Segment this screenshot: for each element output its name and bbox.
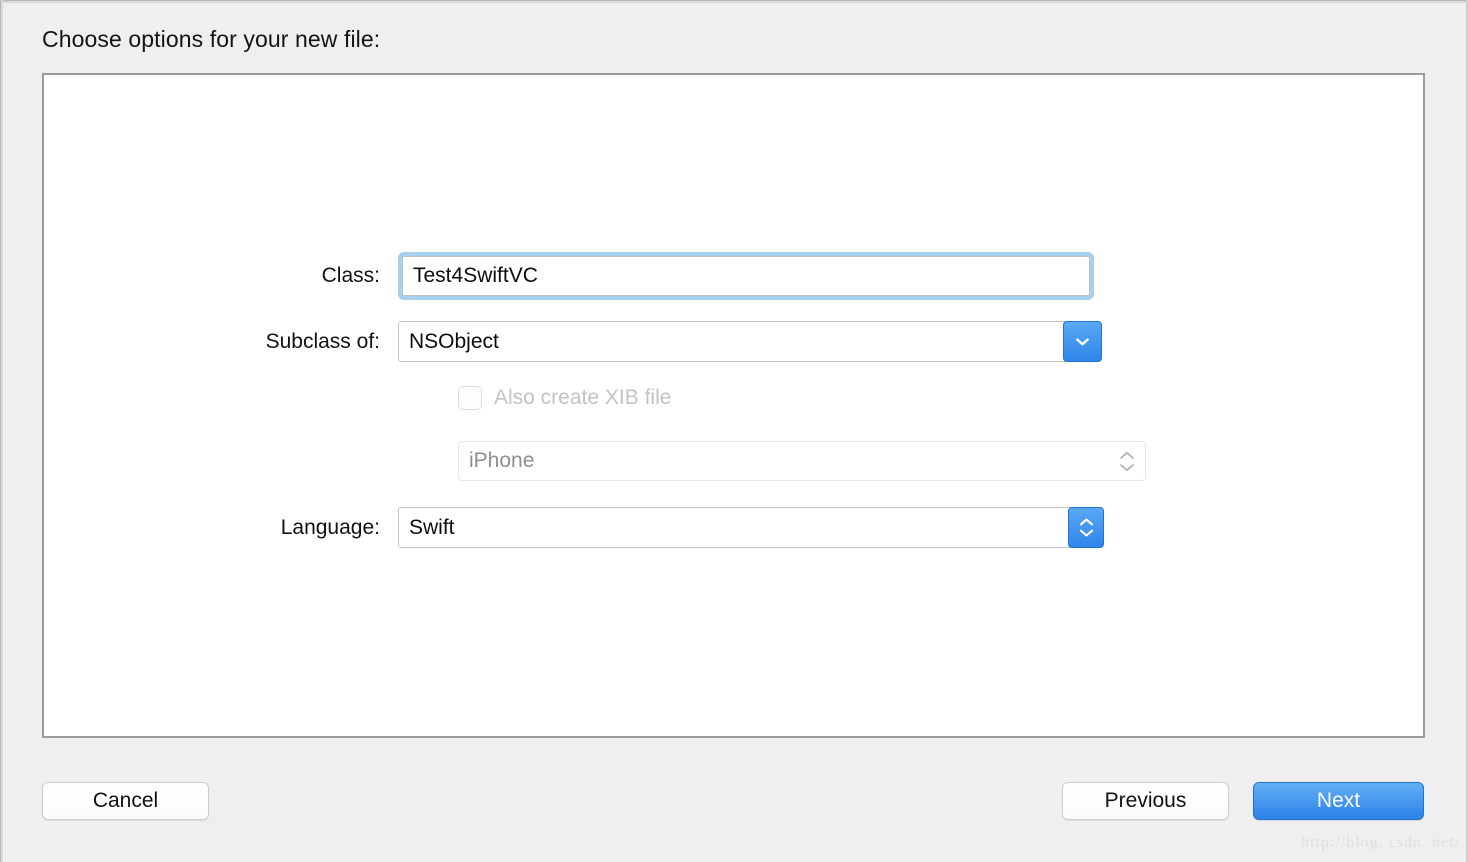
create-xib-checkbox[interactable] xyxy=(458,386,482,410)
class-label: Class: xyxy=(321,264,380,287)
create-xib-label: Also create XIB file xyxy=(494,386,672,409)
subclass-combobox[interactable]: NSObject xyxy=(398,321,1102,362)
window-frame-top xyxy=(0,0,1468,3)
chevron-down-icon[interactable] xyxy=(1063,321,1102,362)
device-popup[interactable]: iPhone xyxy=(458,441,1146,481)
language-row: Language: Swift xyxy=(253,507,1104,548)
class-row: Class: Test4SwiftVC xyxy=(253,252,1094,300)
xib-row: Also create XIB file xyxy=(458,386,671,410)
window-frame-left xyxy=(0,0,3,862)
language-popup[interactable]: Swift xyxy=(398,507,1104,548)
language-value: Swift xyxy=(409,515,455,539)
next-button[interactable]: Next xyxy=(1253,782,1424,820)
language-label: Language: xyxy=(280,515,380,539)
device-row: iPhone xyxy=(458,441,1146,481)
watermark-text: http://blog. csdn. net/ xyxy=(1301,834,1460,851)
subclass-value: NSObject xyxy=(409,329,499,353)
options-panel xyxy=(42,73,1425,738)
class-input[interactable]: Test4SwiftVC xyxy=(402,256,1090,296)
page-title: Choose options for your new file: xyxy=(42,26,381,52)
subclass-label: Subclass of: xyxy=(265,329,380,353)
class-focus-ring: Test4SwiftVC xyxy=(398,252,1094,300)
chevron-up-down-icon[interactable] xyxy=(1117,447,1137,475)
previous-button[interactable]: Previous xyxy=(1062,782,1229,820)
cancel-button[interactable]: Cancel xyxy=(42,782,209,820)
device-value: iPhone xyxy=(469,449,535,472)
subclass-row: Subclass of: NSObject xyxy=(253,321,1102,362)
chevron-up-down-icon[interactable] xyxy=(1068,507,1104,548)
